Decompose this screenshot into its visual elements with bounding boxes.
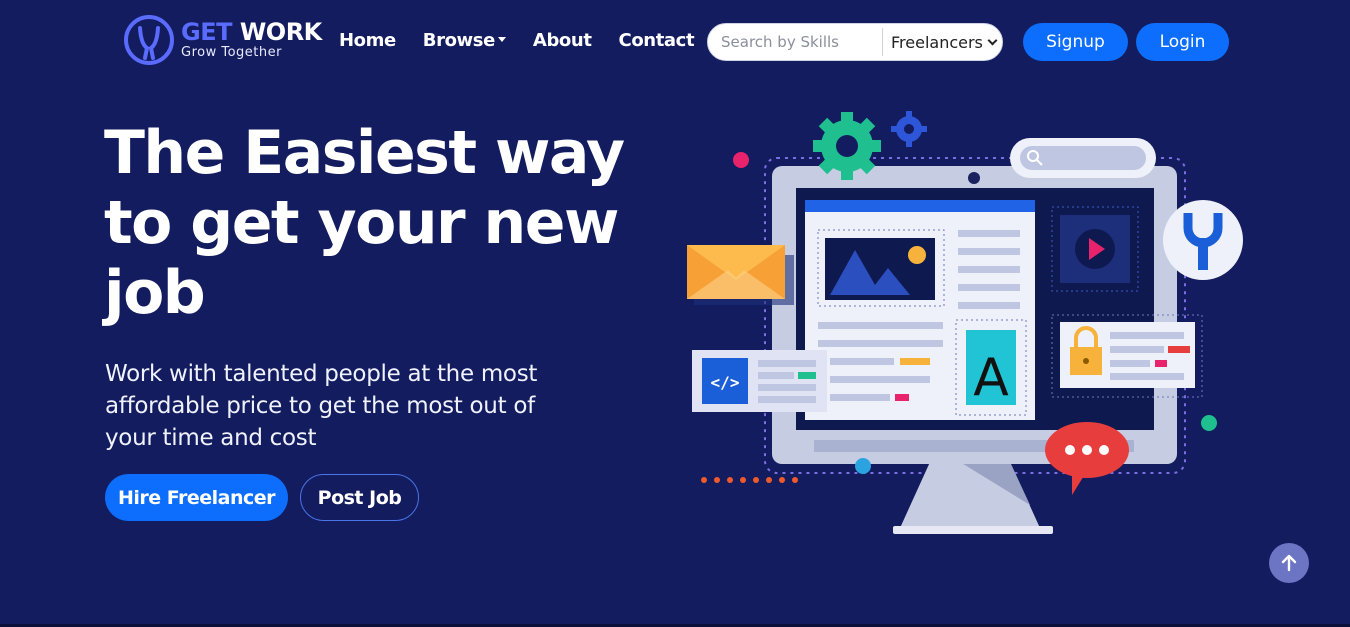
chat-bubble-icon [1045, 422, 1129, 495]
brand-text: GET WORK Grow Together [181, 19, 322, 61]
search-type-value: Freelancers [890, 32, 983, 52]
nav-link-contact[interactable]: Contact [619, 30, 695, 51]
nav-links: Home Browse About Contact [339, 30, 695, 51]
brand-name-part2: WORK [239, 18, 322, 46]
caret-down-icon [497, 37, 506, 42]
hero-illustration: A </> [687, 111, 1243, 534]
hero-subtitle: Work with talented people at the most af… [105, 361, 538, 451]
search-bar: Freelancers [707, 23, 1003, 61]
navbar: GET WORK Grow Together Home Browse About… [0, 0, 1350, 84]
nav-link-browse[interactable]: Browse [423, 30, 506, 51]
hero-title: The Easiest way to get your new job [104, 118, 625, 328]
letter-a-glyph: A [973, 348, 1009, 408]
signup-button[interactable]: Signup [1023, 23, 1128, 61]
arrow-up-icon [1281, 554, 1297, 572]
small-gear-icon [891, 111, 927, 147]
scroll-top-button[interactable] [1269, 543, 1309, 583]
nav-link-browse-label: Browse [422, 30, 496, 51]
chevron-down-icon [987, 35, 998, 45]
mail-icon [687, 245, 794, 305]
brand-name: GET WORK [181, 19, 322, 45]
nav-link-home[interactable]: Home [339, 30, 396, 51]
gear-icon [813, 112, 881, 180]
search-input[interactable] [708, 24, 882, 60]
login-button[interactable]: Login [1136, 23, 1229, 61]
hire-freelancer-button[interactable]: Hire Freelancer [105, 474, 288, 521]
brand-logo[interactable]: GET WORK Grow Together [123, 14, 322, 66]
wrench-icon [1163, 200, 1243, 280]
brand-name-part1: GET [181, 18, 232, 46]
search-type-select[interactable]: Freelancers [883, 24, 1002, 60]
code-icon: </> [711, 373, 740, 392]
logo-icon [124, 15, 174, 65]
nav-link-about[interactable]: About [533, 30, 592, 51]
brand-tagline: Grow Together [181, 45, 282, 60]
post-job-button[interactable]: Post Job [300, 474, 419, 521]
